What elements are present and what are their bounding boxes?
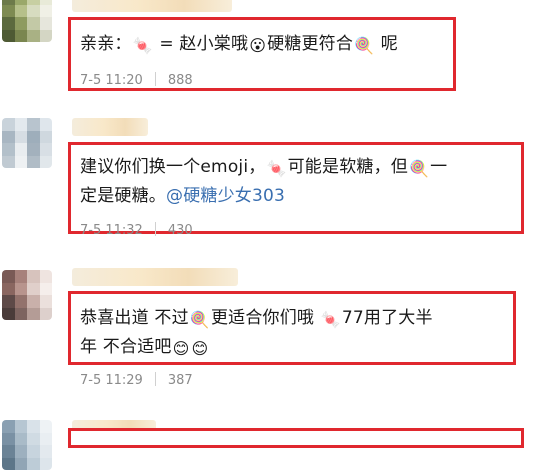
mention-link[interactable]: @硬糖少女303 (166, 186, 285, 206)
comment-text-part: 77用了大半 (341, 308, 433, 328)
comment-timestamp: 7-5 11:32 (80, 223, 143, 238)
avatar[interactable] (2, 420, 52, 470)
lollipop-icon: 🍭 (354, 36, 375, 55)
comment-meta: 7-5 11:29 387 (80, 372, 193, 388)
comment-text-line2: 定是硬糖。@硬糖少女303 (80, 180, 285, 213)
wrapped-candy-icon: 🍬 (132, 36, 153, 55)
like-count[interactable]: 888 (168, 73, 193, 88)
username-blurred[interactable] (72, 0, 232, 12)
avatar[interactable] (2, 118, 52, 168)
comment-text-line2: 年 不合适吧😊 😊 (80, 331, 209, 364)
lollipop-icon: 🍭 (409, 159, 430, 178)
comment-text-part: 亲亲： (80, 34, 132, 54)
comment-highlight-box (68, 428, 524, 448)
surprised-face-icon: 😮 (249, 36, 267, 55)
comment-timestamp: 7-5 11:20 (80, 73, 143, 88)
comment-text-part: = 赵小棠哦 (153, 34, 249, 54)
comment-text-part: 硬糖更符合 (267, 34, 354, 54)
smiling-face-icon: 😊 (172, 339, 190, 358)
comment-text-part: 定是硬糖。 (80, 186, 166, 206)
avatar[interactable] (2, 0, 52, 42)
divider (154, 222, 156, 236)
comment-timestamp: 7-5 11:29 (80, 373, 143, 388)
username-blurred[interactable] (72, 118, 148, 136)
lollipop-icon: 🍭 (189, 310, 210, 329)
wrapped-candy-icon: 🍬 (320, 310, 341, 329)
comment-text-part: 一 (430, 157, 448, 177)
divider (154, 72, 156, 86)
like-count[interactable]: 430 (168, 223, 193, 238)
comment-text-part: 可能是软糖，但 (287, 157, 408, 177)
username-blurred[interactable] (72, 268, 238, 286)
comment-text-part: 呢 (375, 34, 399, 54)
like-count[interactable]: 387 (168, 373, 193, 388)
comment-meta: 7-5 11:20 888 (80, 72, 193, 88)
divider (154, 372, 156, 386)
comment-text: 亲亲：🍬 = 赵小棠哦😮硬糖更符合🍭 呢 (80, 28, 398, 61)
avatar[interactable] (2, 270, 52, 320)
wrapped-candy-icon: 🍬 (266, 159, 287, 178)
comment-text-part: 更适合你们哦 (210, 308, 320, 328)
comment-text-part: 恭喜出道 不过 (80, 308, 189, 328)
smiling-face-icon: 😊 (191, 339, 209, 358)
comment-text-part: 年 不合适吧 (80, 337, 172, 357)
comment-text-part: 建议你们换一个emoji， (80, 157, 266, 177)
comment-meta: 7-5 11:32 430 (80, 222, 193, 238)
